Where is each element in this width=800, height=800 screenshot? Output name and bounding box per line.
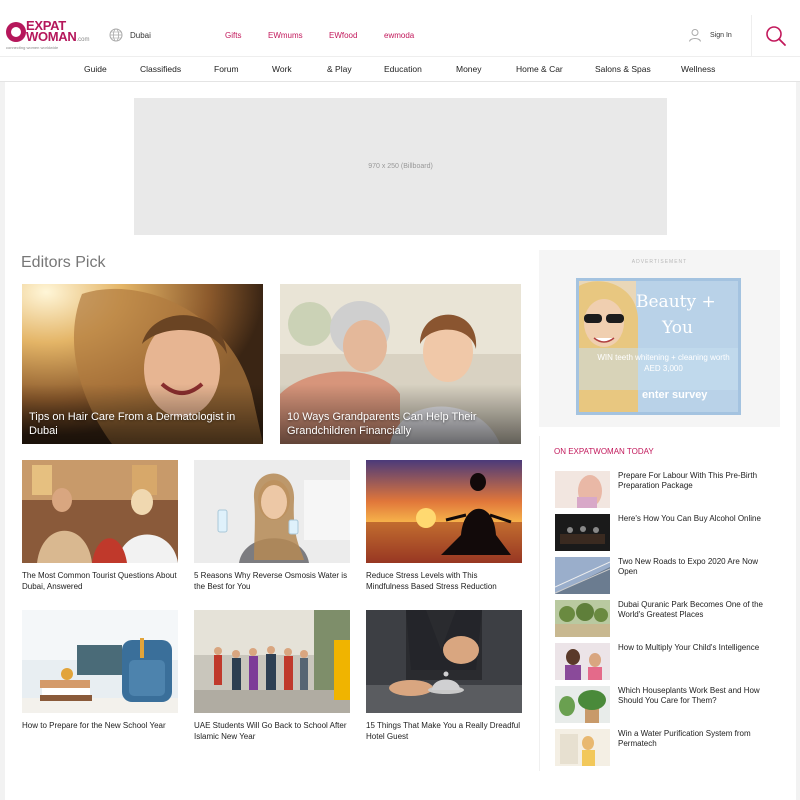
location-selector[interactable]: Dubai xyxy=(109,28,151,42)
article-title: UAE Students Will Go Back to School Afte… xyxy=(194,721,347,741)
today-title: Prepare For Labour With This Pre-Birth P… xyxy=(618,471,758,490)
logo-wordmark: EXPAT WOMAN.com xyxy=(26,19,90,46)
top-link-gifts[interactable]: Gifts xyxy=(225,31,268,40)
today-thumb xyxy=(555,729,610,766)
featured-article[interactable]: Tips on Hair Care From a Dermatologist i… xyxy=(22,284,263,444)
today-item[interactable]: Two New Roads to Expo 2020 Are Now Open xyxy=(555,557,775,594)
today-thumb xyxy=(555,643,610,680)
today-thumb xyxy=(555,686,610,723)
sign-in-label: Sign In xyxy=(710,31,732,39)
today-title: How to Multiply Your Child's Intelligenc… xyxy=(618,643,760,652)
nav-item-home-car[interactable]: Home & Car xyxy=(516,64,563,74)
today-title: Win a Water Purification System from Per… xyxy=(618,729,751,748)
featured-title: 10 Ways Grandparents Can Help Their Gran… xyxy=(287,411,477,437)
location-label: Dubai xyxy=(130,30,151,40)
article-title: 5 Reasons Why Reverse Osmosis Water is t… xyxy=(194,571,348,591)
nav-item-education[interactable]: Education xyxy=(384,64,422,74)
article-card[interactable]: UAE Students Will Go Back to School Afte… xyxy=(194,610,350,742)
top-header: EXPAT WOMAN.com connecting women worldwi… xyxy=(0,0,800,56)
article-image-tourists xyxy=(22,460,178,563)
nav-item-classifieds[interactable]: Classifieds xyxy=(140,64,181,74)
top-links: Gifts EWmums EWfood ewmoda xyxy=(225,31,414,40)
top-link-ewmums[interactable]: EWmums xyxy=(268,31,329,40)
today-item[interactable]: Which Houseplants Work Best and How Shou… xyxy=(555,686,775,723)
article-title: The Most Common Tourist Questions About … xyxy=(22,571,177,591)
nav-item-salons-spas[interactable]: Salons & Spas xyxy=(595,64,651,74)
search-button[interactable] xyxy=(751,15,800,56)
article-card[interactable]: 15 Things That Make You a Really Dreadfu… xyxy=(366,610,522,742)
today-item[interactable]: Dubai Quranic Park Becomes One of the Wo… xyxy=(555,600,775,637)
top-link-ewmoda[interactable]: ewmoda xyxy=(384,31,414,40)
today-title: Two New Roads to Expo 2020 Are Now Open xyxy=(618,557,759,576)
featured-title: Tips on Hair Care From a Dermatologist i… xyxy=(29,411,236,437)
logo-mark xyxy=(6,22,26,42)
today-item[interactable]: Win a Water Purification System from Per… xyxy=(555,729,775,766)
today-item[interactable]: Here's How You Can Buy Alcohol Online xyxy=(555,514,775,551)
main-nav: Guide Classifieds Forum Work & Play Educ… xyxy=(0,56,800,82)
user-icon xyxy=(689,29,701,42)
article-image-students xyxy=(194,610,350,713)
billboard-ad[interactable]: 970 x 250 (Billboard) xyxy=(134,98,667,235)
ad-cta[interactable]: enter survey xyxy=(642,389,707,401)
article-image-hotel-bell xyxy=(366,610,522,713)
ad-headline-2: You xyxy=(662,318,693,338)
nav-item-guide[interactable]: Guide xyxy=(84,64,107,74)
today-thumb xyxy=(555,471,610,508)
today-item[interactable]: How to Multiply Your Child's Intelligenc… xyxy=(555,643,775,680)
article-image-school-bag xyxy=(22,610,178,713)
billboard-label: 970 x 250 (Billboard) xyxy=(368,163,433,170)
nav-item-work[interactable]: Work xyxy=(272,64,292,74)
article-image-water xyxy=(194,460,350,563)
nav-item-play[interactable]: & Play xyxy=(327,64,352,74)
nav-item-money[interactable]: Money xyxy=(456,64,482,74)
logo-suffix: .com xyxy=(76,37,90,43)
nav-item-wellness[interactable]: Wellness xyxy=(681,64,715,74)
article-title: How to Prepare for the New School Year xyxy=(22,721,166,730)
ad-label: ADVERTISEMENT xyxy=(631,259,688,265)
today-thumb xyxy=(555,514,610,551)
today-thumb xyxy=(555,557,610,594)
nav-item-forum[interactable]: Forum xyxy=(214,64,239,74)
ad-banner[interactable]: Beauty + You WIN teeth whitening + clean… xyxy=(576,278,741,415)
today-thumb xyxy=(555,600,610,637)
logo-tagline: connecting women worldwide xyxy=(6,45,59,50)
article-card[interactable]: Reduce Stress Levels with This Mindfulne… xyxy=(366,460,522,592)
globe-icon xyxy=(109,28,123,42)
today-title: Dubai Quranic Park Becomes One of the Wo… xyxy=(618,600,763,619)
search-icon xyxy=(766,25,786,46)
ad-body: WIN teeth whitening + cleaning worth AED… xyxy=(597,353,730,373)
article-title: Reduce Stress Levels with This Mindfulne… xyxy=(366,571,497,591)
sidebar-ad: ADVERTISEMENT Beauty + You WIN teeth whi… xyxy=(539,250,780,427)
today-title: Here's How You Can Buy Alcohol Online xyxy=(618,514,761,523)
featured-article[interactable]: 10 Ways Grandparents Can Help Their Gran… xyxy=(280,284,521,444)
article-title: 15 Things That Make You a Really Dreadfu… xyxy=(366,721,521,741)
article-card[interactable]: 5 Reasons Why Reverse Osmosis Water is t… xyxy=(194,460,350,592)
top-link-ewfood[interactable]: EWfood xyxy=(329,31,384,40)
today-panel: ON EXPATWOMAN TODAY Prepare For Labour W… xyxy=(539,436,780,771)
editors-pick-heading: Editors Pick xyxy=(21,254,106,271)
today-title: Which Houseplants Work Best and How Shou… xyxy=(618,686,760,705)
site-logo[interactable]: EXPAT WOMAN.com connecting women worldwi… xyxy=(6,18,90,52)
logo-line2: WOMAN xyxy=(26,29,77,44)
article-card[interactable]: How to Prepare for the New School Year xyxy=(22,610,178,732)
article-image-meditation xyxy=(366,460,522,563)
sign-in-link[interactable]: Sign In xyxy=(688,28,732,42)
article-card[interactable]: The Most Common Tourist Questions About … xyxy=(22,460,178,592)
today-item[interactable]: Prepare For Labour With This Pre-Birth P… xyxy=(555,471,775,508)
today-heading: ON EXPATWOMAN TODAY xyxy=(554,447,654,456)
ad-headline-1: Beauty + xyxy=(636,292,716,312)
